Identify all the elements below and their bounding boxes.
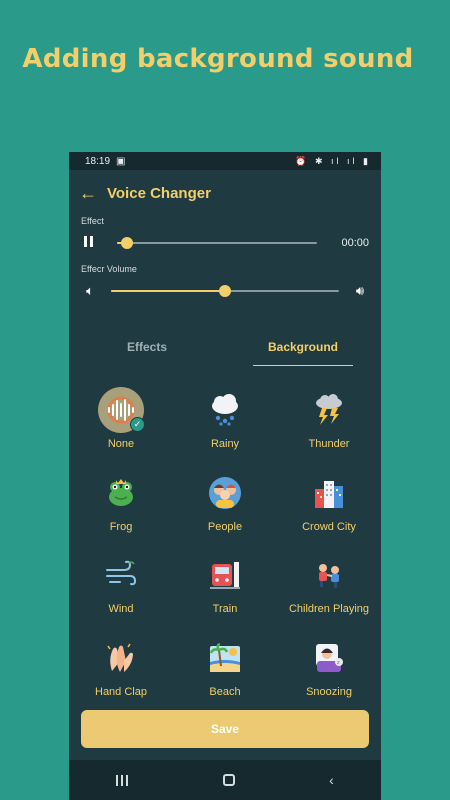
gallery-icon: ▣ bbox=[116, 155, 126, 167]
effect-label: Effect bbox=[81, 216, 104, 226]
save-button[interactable]: Save bbox=[81, 710, 369, 748]
children-playing-icon bbox=[305, 551, 353, 599]
sound-item-wind[interactable]: Wind bbox=[69, 551, 173, 634]
background-sound-grid: ✓ None Rainy Thunder Frog People Crowd C… bbox=[69, 386, 381, 716]
effect-player: 00:00 bbox=[69, 226, 381, 260]
effect-time: 00:00 bbox=[341, 237, 369, 249]
beach-icon bbox=[201, 634, 249, 682]
back-arrow-icon[interactable]: ← bbox=[79, 183, 107, 204]
thunder-cloud-icon bbox=[305, 386, 353, 434]
phone-screen: 18:19 ▣ ⏰ ✱ ıl ıl ▮ ← Voice Changer Effe… bbox=[69, 152, 381, 800]
sound-label: Beach bbox=[209, 685, 241, 698]
sound-label: Crowd City bbox=[302, 520, 356, 533]
promo-headline: Adding background sound bbox=[22, 44, 414, 74]
sound-label: Rainy bbox=[210, 438, 240, 450]
sound-item-rainy[interactable]: Rainy bbox=[173, 386, 277, 469]
sound-item-train[interactable]: Train bbox=[173, 551, 277, 634]
sound-item-thunder[interactable]: Thunder bbox=[277, 386, 381, 469]
status-icons: ⏰ ✱ ıl ıl ▮ bbox=[295, 155, 371, 166]
sound-item-crowd-city[interactable]: Crowd City bbox=[277, 469, 381, 552]
system-nav-bar: ‹ bbox=[69, 760, 381, 800]
sound-label: Children Playing bbox=[288, 603, 370, 615]
train-icon bbox=[201, 551, 249, 599]
nav-back-icon[interactable]: ‹ bbox=[329, 772, 334, 788]
sound-label: Frog bbox=[109, 520, 133, 533]
svg-text:z: z bbox=[337, 660, 340, 666]
sound-item-people[interactable]: People bbox=[173, 469, 277, 552]
pause-icon[interactable] bbox=[81, 236, 95, 250]
sound-label: None bbox=[107, 438, 135, 450]
sound-label: Wind bbox=[108, 603, 134, 615]
selected-check-icon: ✓ bbox=[130, 417, 145, 432]
frog-icon bbox=[97, 469, 145, 517]
city-buildings-icon bbox=[305, 469, 353, 517]
sound-label: Train bbox=[212, 603, 238, 615]
tab-effects[interactable]: Effects bbox=[69, 334, 225, 374]
sound-item-none[interactable]: ✓ None bbox=[69, 386, 173, 469]
sound-label: Hand Clap bbox=[95, 685, 147, 698]
sound-label: Thunder bbox=[308, 438, 350, 450]
app-title: Voice Changer bbox=[107, 184, 211, 202]
status-bar: 18:19 ▣ ⏰ ✱ ıl ıl ▮ bbox=[69, 152, 381, 170]
sound-label: People bbox=[207, 520, 243, 533]
wind-icon bbox=[97, 551, 145, 599]
effect-progress-slider[interactable] bbox=[117, 235, 317, 251]
volume-control: 🔈︎ 🔊︎ bbox=[69, 274, 381, 308]
sound-label: Snoozing bbox=[306, 685, 352, 698]
sound-item-hand-clap[interactable]: Hand Clap bbox=[69, 634, 173, 717]
sound-item-snoozing[interactable]: z Snoozing bbox=[277, 634, 381, 717]
sound-item-frog[interactable]: Frog bbox=[69, 469, 173, 552]
tab-background[interactable]: Background bbox=[225, 334, 381, 374]
volume-low-icon: 🔈︎ bbox=[86, 283, 94, 298]
volume-slider-thumb[interactable] bbox=[219, 285, 231, 297]
tab-bar: Effects Background bbox=[69, 334, 381, 374]
app-bar: ← Voice Changer bbox=[69, 170, 381, 216]
volume-high-icon: 🔊︎ bbox=[355, 283, 365, 298]
status-time: 18:19 bbox=[85, 155, 111, 167]
volume-label: Effecr Volume bbox=[81, 264, 137, 274]
recents-icon[interactable] bbox=[116, 774, 129, 786]
hand-clap-icon bbox=[97, 634, 145, 682]
people-icon bbox=[201, 469, 249, 517]
rain-cloud-icon bbox=[201, 386, 249, 434]
volume-slider[interactable] bbox=[111, 283, 339, 299]
effect-slider-thumb[interactable] bbox=[121, 237, 133, 249]
snoozing-icon: z bbox=[305, 634, 353, 682]
home-icon[interactable] bbox=[222, 774, 235, 786]
sound-item-children-playing[interactable]: Children Playing bbox=[277, 551, 381, 634]
sound-item-beach[interactable]: Beach bbox=[173, 634, 277, 717]
